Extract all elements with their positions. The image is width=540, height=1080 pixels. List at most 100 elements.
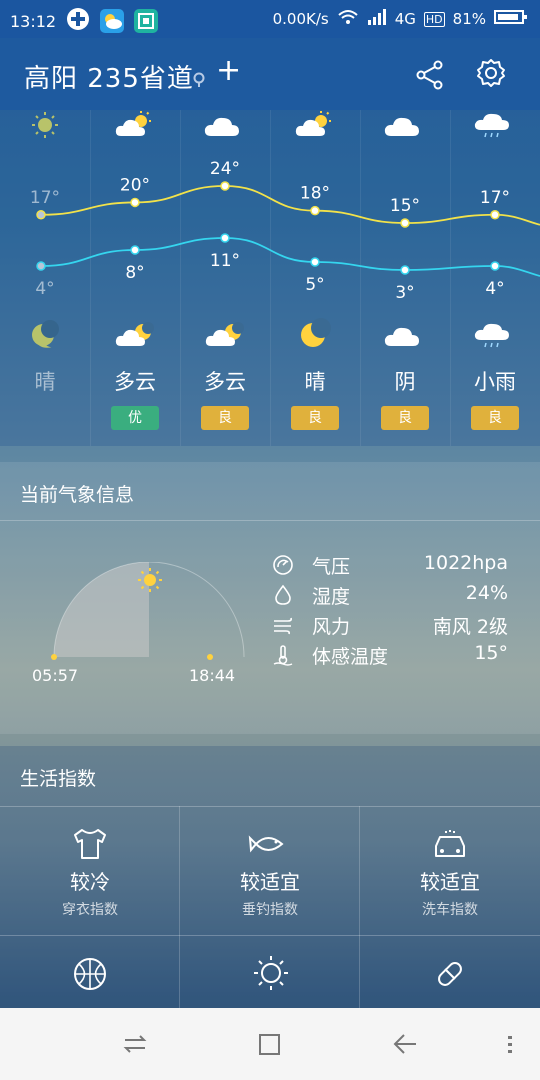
forecast-night-2-icon — [90, 318, 180, 356]
cloud-icon — [204, 117, 239, 136]
add-city-button[interactable]: + — [216, 56, 241, 86]
fish-icon — [248, 835, 284, 853]
share-icon[interactable] — [416, 60, 444, 94]
cloud-moon-icon — [115, 322, 154, 346]
car-wash-index-name: 洗车指数 — [422, 902, 478, 918]
thermometer-icon — [273, 645, 293, 666]
low-temp-label: 5° — [305, 275, 324, 295]
system-navigation-bar — [0, 1008, 540, 1080]
high-temp-point — [130, 197, 140, 208]
forecast-panel: 17° 4° 20° 8° 24° 11° 18° 5° 15° 3° 17° 4° 晴 多云 多云 … — [0, 110, 540, 446]
battery-percent: 81% — [452, 10, 486, 28]
location-pin-icon — [192, 72, 206, 92]
ball-icon[interactable] — [72, 956, 108, 996]
low-temp-point — [400, 265, 410, 275]
feels-like-value: 15° — [474, 642, 508, 664]
low-temp-point — [310, 257, 320, 267]
low-temp-label: 4° — [485, 279, 504, 299]
aqi-badge-2: 优 — [111, 406, 159, 430]
humidity-label: 湿度 — [312, 586, 351, 608]
droplet-icon — [275, 584, 291, 605]
feels-like-label: 体感温度 — [312, 646, 389, 668]
forecast-night-6-icon — [450, 318, 540, 356]
cloud-sun-icon — [115, 111, 151, 136]
section-divider — [0, 806, 540, 807]
section-divider — [0, 935, 540, 936]
cloud-icon — [384, 117, 419, 136]
pressure-value: 1022hpa — [423, 552, 508, 574]
car-wash-index-value: 较适宜 — [420, 870, 480, 894]
wind-icon — [274, 617, 292, 635]
forecast-night-3-icon — [180, 318, 270, 356]
location-title[interactable]: 高阳 235省道 — [24, 58, 194, 95]
status-time: 13:12 — [10, 11, 57, 31]
feels-like-row: 体感温度 15° — [272, 640, 512, 670]
status-bar: 13:12 0.00K/s 4G HD 81% — [0, 0, 540, 38]
high-temp-point — [490, 210, 500, 220]
forecast-night-5-icon — [360, 318, 450, 356]
clothing-index-card[interactable]: 较冷 穿衣指数 — [0, 826, 180, 919]
high-temp-label: 24° — [210, 159, 240, 179]
forecast-day-3-icon — [180, 110, 270, 144]
sun-icon — [32, 112, 58, 138]
fishing-index-card[interactable]: 较适宜 垂钓指数 — [180, 826, 360, 919]
sunrise-time: 05:57 — [32, 666, 79, 685]
current-weather-section: 当前气象信息 05:57 18:44 气压 1022hpa 湿度 24% 风力 … — [0, 462, 540, 734]
settings-gear-icon[interactable] — [476, 58, 506, 92]
pressure-label: 气压 — [312, 556, 351, 578]
forecast-condition-5: 阴 — [394, 370, 416, 394]
clothing-index-name: 穿衣指数 — [62, 902, 118, 918]
forecast-condition-4: 晴 — [304, 370, 326, 394]
forecast-day-4-icon — [270, 110, 360, 144]
fishing-index-name: 垂钓指数 — [242, 902, 298, 918]
weather-app-icon — [100, 9, 125, 33]
screenshot-app-icon — [134, 9, 159, 33]
tshirt-icon — [74, 829, 106, 859]
more-menu-icon[interactable] — [506, 1034, 514, 1060]
wind-label: 风力 — [312, 616, 351, 638]
network-type: 4G — [394, 10, 416, 28]
network-speed: 0.00K/s — [272, 10, 329, 28]
signal-icon — [367, 9, 387, 29]
sun-position-icon — [138, 568, 162, 592]
moon-icon — [301, 318, 331, 347]
car-wash-index-card[interactable]: 较适宜 洗车指数 — [360, 826, 540, 919]
switch-apps-icon[interactable] — [122, 1032, 148, 1060]
humidity-row: 湿度 24% — [272, 580, 512, 610]
wind-row: 风力 南风 2级 — [272, 610, 512, 640]
rain-icon — [474, 323, 509, 348]
app-header: 高阳 235省道 + — [0, 38, 540, 110]
forecast-day-2-icon — [90, 110, 180, 144]
gauge-icon — [273, 555, 293, 575]
fishing-index-value: 较适宜 — [240, 870, 300, 894]
sun-outline-icon[interactable] — [252, 954, 290, 996]
low-temp-label: 11° — [210, 251, 240, 271]
forecast-day-5-icon — [360, 110, 450, 144]
low-temp-label: 8° — [125, 263, 144, 283]
forecast-day-6-icon — [450, 110, 540, 144]
back-button-icon[interactable] — [392, 1032, 418, 1060]
low-temp-label: 3° — [395, 283, 414, 303]
aqi-badge-6: 良 — [471, 406, 519, 430]
home-button-icon[interactable] — [258, 1033, 282, 1061]
aqi-badge-5: 良 — [381, 406, 429, 430]
clothing-index-value: 较冷 — [70, 870, 110, 894]
battery-icon — [494, 9, 528, 29]
aqi-badge-4: 良 — [291, 406, 339, 430]
low-temp-label: 4° — [35, 279, 54, 299]
high-temp-line — [40, 185, 540, 226]
cloud-icon — [384, 327, 419, 346]
high-temp-point — [310, 205, 320, 216]
forecast-condition-6: 小雨 — [474, 370, 516, 394]
pill-icon[interactable] — [432, 956, 468, 996]
high-temp-point — [400, 218, 410, 228]
aqi-badge-3: 良 — [201, 406, 249, 430]
health-app-icon — [66, 7, 90, 35]
wind-value: 南风 2级 — [432, 616, 508, 638]
low-temp-point — [220, 233, 230, 243]
low-temp-point — [130, 245, 140, 255]
high-temp-label: 17° — [480, 188, 510, 208]
rain-icon — [474, 113, 509, 138]
high-temp-label: 17° — [30, 188, 60, 208]
forecast-day-1-icon — [0, 110, 90, 144]
